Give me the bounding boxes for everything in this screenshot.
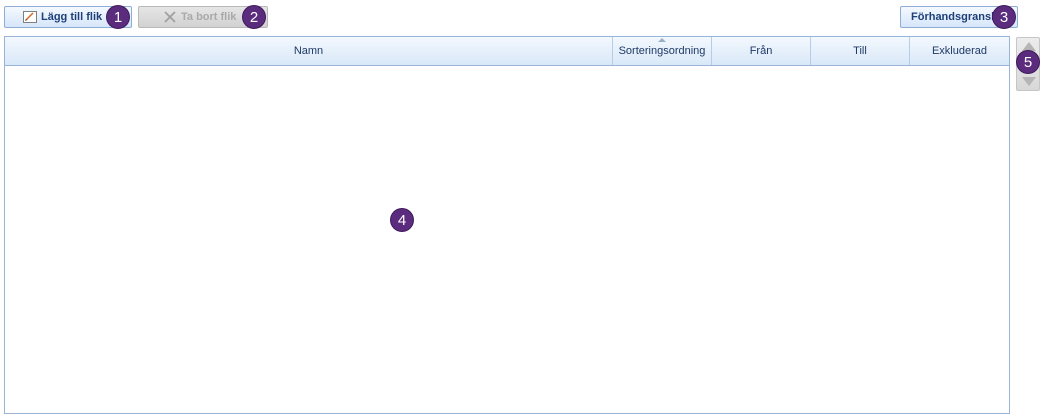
callout-badge-4: 4 <box>391 209 413 231</box>
column-header-label: Till <box>853 45 867 57</box>
move-up-icon[interactable] <box>1022 42 1036 51</box>
column-header-exkluderad[interactable]: Exkluderad <box>910 37 1009 65</box>
move-down-icon[interactable] <box>1022 77 1036 86</box>
add-tab-label: Lägg till flik <box>41 11 103 23</box>
preview-label: Förhandsgransk <box>911 11 998 23</box>
column-header-sorteringsordning[interactable]: Sorteringsordning <box>613 37 712 65</box>
close-icon <box>163 10 177 24</box>
column-header-namn[interactable]: Namn <box>5 37 613 65</box>
column-header-label: Exkluderad <box>931 45 988 57</box>
callout-badge-2: 2 <box>243 6 265 28</box>
remove-tab-label: Ta bort flik <box>181 11 237 23</box>
sort-ascending-icon <box>658 38 666 42</box>
add-tab-icon <box>23 11 37 23</box>
grid-header: Namn Sorteringsordning Från Till Exklude… <box>5 37 1009 66</box>
callout-badge-5: 5 <box>1017 51 1039 73</box>
column-header-label: Namn <box>293 45 324 57</box>
callout-badge-3: 3 <box>993 6 1015 28</box>
tabs-grid[interactable]: Namn Sorteringsordning Från Till Exklude… <box>4 36 1010 414</box>
callout-badge-1: 1 <box>107 6 129 28</box>
column-header-label: Från <box>749 45 773 57</box>
column-header-till[interactable]: Till <box>811 37 910 65</box>
column-header-label: Sorteringsordning <box>618 45 706 57</box>
grid-body[interactable] <box>5 66 1009 413</box>
column-header-fran[interactable]: Från <box>712 37 811 65</box>
